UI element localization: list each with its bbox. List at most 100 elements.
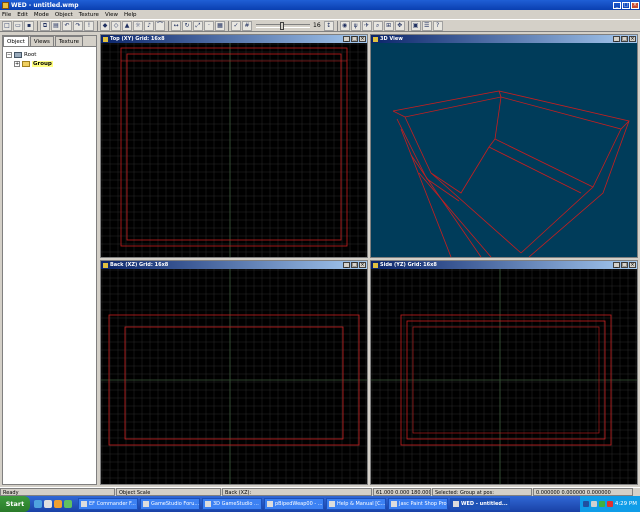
vertical-move-icon[interactable]: ↕	[323, 20, 334, 31]
start-button[interactable]: Start	[0, 496, 30, 512]
scale-icon[interactable]: ⤢	[193, 20, 203, 31]
open-file-icon[interactable]: ▭	[13, 20, 23, 31]
copy-icon[interactable]: ⧉	[40, 20, 50, 31]
quicklaunch-icon[interactable]	[64, 500, 72, 508]
build-icon[interactable]: !	[84, 20, 94, 31]
maximize-icon[interactable]: □	[351, 262, 358, 268]
toolbar-separator	[336, 20, 338, 31]
grid-size-slider[interactable]	[256, 21, 310, 30]
menu-texture[interactable]: Texture	[79, 12, 99, 18]
task-label: Jasc Paint Shop Pro	[399, 501, 447, 507]
maximize-icon[interactable]: □	[621, 36, 628, 42]
camera-icon[interactable]: ◉	[339, 20, 350, 31]
add-sound-icon[interactable]: ♪	[144, 20, 154, 31]
network-icon[interactable]	[590, 501, 597, 507]
tree-label-group: Group	[32, 60, 53, 67]
add-object-icon[interactable]: ◆	[100, 20, 110, 31]
tree-label-root: Root	[24, 51, 37, 58]
task-gamestudio-forum[interactable]: GameStudio Foru...	[140, 498, 200, 510]
tab-object[interactable]: Object	[3, 36, 29, 46]
menu-file[interactable]: File	[2, 12, 11, 18]
close-icon[interactable]: ×	[359, 36, 366, 42]
media-icon[interactable]	[54, 500, 62, 508]
minimize-icon[interactable]: _	[343, 262, 350, 268]
collapse-icon[interactable]: −	[6, 51, 12, 58]
add-path-icon[interactable]: ⌒	[155, 20, 165, 31]
zoom-icon[interactable]: ⌕	[372, 20, 383, 31]
grid-size-value: 16	[313, 22, 321, 29]
maximize-icon[interactable]: □	[351, 36, 358, 42]
menu-object[interactable]: Object	[55, 12, 73, 18]
menu-help[interactable]: Help	[124, 12, 137, 18]
close-icon[interactable]: ×	[359, 262, 366, 268]
undo-icon[interactable]: ↶	[62, 20, 72, 31]
expand-icon[interactable]: +	[14, 60, 20, 67]
fly-icon[interactable]: ✈	[361, 20, 372, 31]
back-view-canvas[interactable]	[101, 269, 367, 484]
save-icon[interactable]: ▪	[24, 20, 34, 31]
task-wed[interactable]: WED - untitled...	[450, 498, 510, 510]
close-icon[interactable]: ×	[629, 36, 636, 42]
tree-node-root[interactable]: − Root	[6, 50, 93, 59]
viewport-back[interactable]: Back (XZ) Grid: 16x8 _ □ ×	[100, 260, 368, 485]
antivirus-icon[interactable]	[606, 501, 613, 507]
viewport-3d[interactable]: 3D View _ □ ×	[370, 34, 638, 258]
properties-icon[interactable]: ☰	[421, 20, 432, 31]
viewport-title: 3D View	[380, 36, 403, 42]
3d-view-canvas[interactable]	[371, 43, 637, 257]
task-ef-commander[interactable]: EF Commander F...	[78, 498, 138, 510]
desktop-icon[interactable]	[44, 500, 52, 508]
object-panel: Object Views Texture − Root + Group	[2, 35, 97, 485]
layout-icon[interactable]: ▣	[410, 20, 421, 31]
viewport-top[interactable]: Top (XY) Grid: 16x8 _ □ ×	[100, 34, 368, 258]
grid-snap-icon[interactable]: #	[242, 20, 252, 31]
rotate-icon[interactable]: ↻	[182, 20, 192, 31]
status-ready: Ready	[0, 488, 115, 496]
texture-icon[interactable]: ▦	[215, 20, 225, 31]
viewport-side[interactable]: Side (YZ) Grid: 16x8 _ □ ×	[370, 260, 638, 485]
app-icon	[329, 501, 335, 507]
viewport-title: Back (XZ) Grid: 16x8	[110, 262, 169, 268]
security-icon[interactable]	[598, 501, 605, 507]
maximize-icon[interactable]: □	[621, 262, 628, 268]
app-icon	[2, 1, 9, 9]
add-entity-icon[interactable]: ▲	[122, 20, 132, 31]
side-view-canvas[interactable]	[371, 269, 637, 484]
add-light-icon[interactable]: ☼	[133, 20, 143, 31]
viewport-icon	[103, 36, 108, 42]
add-model-icon[interactable]: ◇	[111, 20, 121, 31]
toolbar-separator	[228, 20, 229, 31]
help-icon[interactable]: ?	[432, 20, 443, 31]
task-paint-shop-pro[interactable]: Jasc Paint Shop Pro	[388, 498, 448, 510]
maximize-button[interactable]: □	[622, 1, 630, 9]
minimize-icon[interactable]: _	[613, 262, 620, 268]
menu-view[interactable]: View	[105, 12, 118, 18]
redo-icon[interactable]: ↷	[73, 20, 83, 31]
minimize-button[interactable]: _	[613, 1, 621, 9]
top-view-canvas[interactable]	[101, 43, 367, 257]
task-pbipedweap[interactable]: pBipedWeap00 - ...	[264, 498, 324, 510]
task-3d-gamestudio[interactable]: 3D GameStudio ...	[202, 498, 262, 510]
ie-icon[interactable]	[34, 500, 42, 508]
tab-views[interactable]: Views	[29, 36, 54, 46]
slider-thumb[interactable]	[280, 21, 284, 30]
close-icon[interactable]: ×	[629, 262, 636, 268]
zoom-fit-icon[interactable]: ⊞	[383, 20, 394, 31]
walk-icon[interactable]: ψ	[350, 20, 361, 31]
tab-texture[interactable]: Texture	[54, 36, 83, 46]
vertex-icon[interactable]: ·	[204, 20, 214, 31]
minimize-icon[interactable]: _	[343, 36, 350, 42]
select-icon[interactable]: ✓	[231, 20, 241, 31]
move-icon[interactable]: ↔	[171, 20, 181, 31]
system-tray: 4:29 PM	[579, 496, 640, 512]
menu-mode[interactable]: Mode	[34, 12, 49, 18]
minimize-icon[interactable]: _	[613, 36, 620, 42]
paste-icon[interactable]: ▤	[51, 20, 61, 31]
pan-icon[interactable]: ✥	[394, 20, 405, 31]
close-button[interactable]: ×	[631, 1, 639, 9]
menu-edit[interactable]: Edit	[17, 12, 28, 18]
tree-node-group[interactable]: + Group	[6, 59, 93, 68]
new-file-icon[interactable]: □	[2, 20, 12, 31]
language-icon[interactable]	[582, 501, 589, 507]
task-help-manual[interactable]: Help & Manual [C...	[326, 498, 386, 510]
